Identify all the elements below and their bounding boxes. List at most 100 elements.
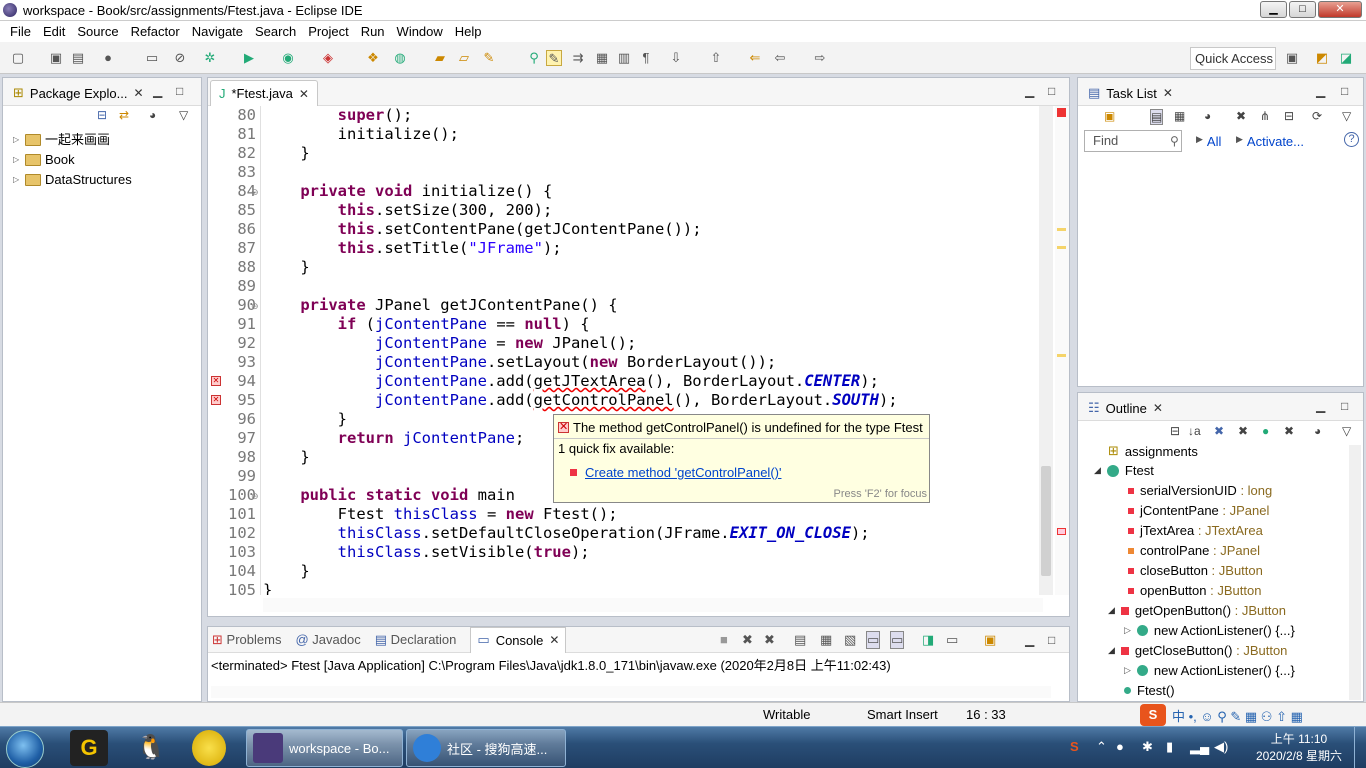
ime-toolbar[interactable]: 中 •, ☺ ⚲ ✎ ▦ ⚇ ⇧ ▦: [1172, 706, 1303, 725]
help-icon[interactable]: ?: [1344, 132, 1359, 147]
new-icon[interactable]: ▢: [10, 50, 26, 66]
last-edit-icon[interactable]: ⇐: [747, 50, 763, 66]
open-console-icon[interactable]: ▣: [984, 632, 996, 648]
filter-icon[interactable]: ◕: [1314, 424, 1321, 438]
tree-item-project[interactable]: ▷ DataStructures: [13, 170, 201, 190]
sogou-tray-icon[interactable]: S: [1070, 739, 1079, 754]
hide-fields-icon[interactable]: ✖: [1214, 424, 1224, 438]
scheduled-icon[interactable]: ▦: [1174, 109, 1185, 123]
menu-edit[interactable]: Edit: [37, 24, 71, 39]
close-icon[interactable]: ✕: [133, 86, 143, 100]
start-button[interactable]: [6, 730, 44, 768]
scroll-thumb[interactable]: [1041, 466, 1051, 576]
hide-local-types-icon[interactable]: ✖: [1284, 424, 1294, 438]
outline-field[interactable]: controlPane : JPanel: [1128, 543, 1260, 558]
taskbar-eclipse[interactable]: workspace - Bo...: [246, 729, 403, 767]
close-button[interactable]: ✕: [1318, 1, 1362, 18]
outline-class[interactable]: ◢ Ftest: [1094, 463, 1154, 478]
menu-help[interactable]: Help: [449, 24, 488, 39]
tab-problems[interactable]: ⊞ Problems: [212, 632, 281, 648]
activate-link[interactable]: ▶ Activate...: [1236, 134, 1304, 149]
open-perspective-icon[interactable]: ▣: [1284, 50, 1300, 66]
mark-occurrences-icon[interactable]: ✎: [546, 50, 562, 66]
focus-icon[interactable]: ⋔: [1260, 109, 1270, 123]
menu-refactor[interactable]: Refactor: [125, 24, 186, 39]
maximize-icon[interactable]: □: [1048, 84, 1055, 98]
maximize-icon[interactable]: □: [1341, 399, 1348, 413]
new-package-icon[interactable]: ❖: [365, 50, 381, 66]
bluetooth-icon[interactable]: ✱: [1142, 739, 1153, 755]
tray-expand-icon[interactable]: ⌃: [1096, 739, 1107, 755]
code-area[interactable]: super(); initialize(); } private void in…: [263, 106, 1043, 595]
save-all-icon[interactable]: ▤: [70, 50, 86, 66]
forward-icon[interactable]: ⇨: [812, 50, 828, 66]
outline-field[interactable]: serialVersionUID : long: [1128, 483, 1272, 498]
maximize-icon[interactable]: □: [176, 84, 183, 98]
outline-field[interactable]: jContentPane : JPanel: [1128, 503, 1269, 518]
coverage-icon[interactable]: ◉: [280, 50, 296, 66]
menu-source[interactable]: Source: [71, 24, 124, 39]
remove-all-icon[interactable]: ✖: [764, 632, 775, 648]
error-marker-icon[interactable]: ✕: [211, 395, 221, 405]
terminate-icon[interactable]: ■: [720, 632, 728, 647]
tab-declaration[interactable]: ▤ Declaration: [375, 632, 457, 648]
search-icon[interactable]: ✎: [481, 50, 497, 66]
sort-icon[interactable]: ↓a: [1188, 424, 1201, 438]
console-scrollbar[interactable]: [211, 686, 1051, 698]
show-stderr-icon[interactable]: ▭: [890, 630, 905, 649]
editor-tab[interactable]: J *Ftest.java ✕: [210, 80, 318, 106]
warning-mark[interactable]: [1057, 228, 1066, 231]
outline-scrollbar[interactable]: [1349, 445, 1361, 700]
external-tools-icon[interactable]: ◈: [320, 50, 336, 66]
minimize-icon[interactable]: ▁: [153, 84, 162, 98]
tab-javadoc[interactable]: @ Javadoc: [295, 632, 360, 647]
battery-icon[interactable]: ▮: [1166, 739, 1173, 755]
minimize-icon[interactable]: ▁: [1316, 84, 1325, 98]
collapse-all-icon[interactable]: ⊟: [1170, 424, 1180, 438]
annotation-icon[interactable]: ⚲: [526, 50, 542, 66]
collapse-all-icon[interactable]: ⊟: [97, 108, 107, 122]
show-stdout-icon[interactable]: ▭: [866, 630, 881, 649]
close-icon[interactable]: ✕: [549, 633, 559, 647]
filter-icon[interactable]: ◕: [1204, 109, 1211, 123]
save-icon[interactable]: ▣: [48, 50, 64, 66]
outline-field[interactable]: openButton : JButton: [1128, 583, 1261, 598]
outline-field[interactable]: closeButton : JButton: [1128, 563, 1263, 578]
expand-icon[interactable]: ▷: [13, 130, 21, 150]
music-icon[interactable]: [192, 730, 226, 766]
warning-mark[interactable]: [1057, 354, 1066, 357]
qq-tray-icon[interactable]: ●: [1116, 739, 1124, 754]
scroll-lock-icon[interactable]: ▦: [820, 632, 832, 648]
outline-field[interactable]: jTextArea : JTextArea: [1128, 523, 1263, 538]
quick-access-field[interactable]: Quick Access: [1190, 47, 1276, 70]
package-explorer-tab[interactable]: ⊞ Package Explo... ✕: [5, 80, 152, 106]
tree-item-project[interactable]: ▷ 一起来画画: [13, 130, 201, 150]
all-link[interactable]: ▶ All: [1196, 134, 1221, 149]
taskbar-browser[interactable]: 社区 - 搜狗高速...: [406, 729, 566, 767]
prev-annotation-icon[interactable]: ⇧: [708, 50, 724, 66]
display-console-icon[interactable]: ▭: [946, 632, 958, 648]
error-marker-icon[interactable]: ✕: [211, 376, 221, 386]
outline-method[interactable]: ◢ getOpenButton() : JButton: [1108, 603, 1286, 618]
error-overview-icon[interactable]: [1057, 108, 1066, 117]
view-menu-icon[interactable]: ▽: [179, 108, 188, 122]
maximize-button[interactable]: □: [1289, 1, 1316, 18]
hide-static-icon[interactable]: ✖: [1238, 424, 1248, 438]
close-icon[interactable]: ✕: [1163, 86, 1173, 100]
task-find-input[interactable]: Find: [1084, 130, 1182, 152]
close-icon[interactable]: ✕: [1153, 401, 1163, 415]
hide-completed-icon[interactable]: ✖: [1236, 109, 1246, 123]
block-select-icon[interactable]: ▦: [594, 50, 610, 66]
minimize-icon[interactable]: ▁: [1025, 84, 1034, 98]
view-menu-icon[interactable]: ▽: [1342, 424, 1351, 438]
pilcrow-icon[interactable]: ¶: [638, 50, 654, 66]
java-ee-perspective-icon[interactable]: ◩: [1314, 50, 1330, 66]
new-task-icon[interactable]: ▣: [1104, 109, 1115, 123]
task-list-tab[interactable]: ▤ Task List ✕: [1080, 80, 1181, 106]
debug-icon[interactable]: ✲: [202, 50, 218, 66]
tab-console[interactable]: ▭ Console ✕: [470, 626, 567, 653]
minimize-icon[interactable]: ▁: [1025, 633, 1034, 647]
hide-nonpublic-icon[interactable]: ●: [1262, 424, 1269, 438]
error-mark[interactable]: [1057, 528, 1066, 535]
clear-console-icon[interactable]: ▤: [794, 632, 806, 648]
